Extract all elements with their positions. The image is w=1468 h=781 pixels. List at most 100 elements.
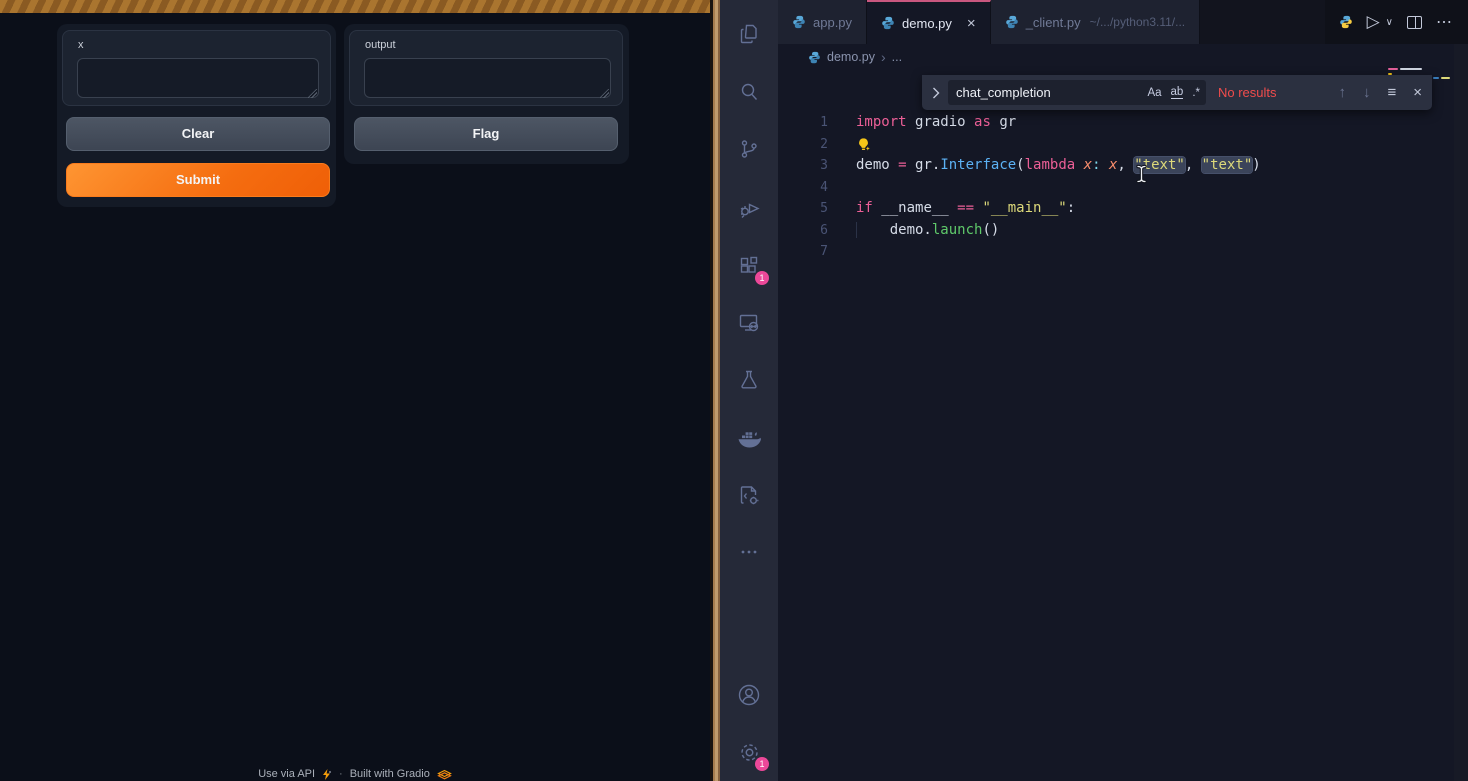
tab-client-py[interactable]: _client.py ~/.../python3.11/... — [991, 0, 1200, 44]
previous-match-icon[interactable]: ↑ — [1338, 84, 1346, 101]
code-line[interactable]: 2 — [778, 134, 1468, 156]
code-token — [1101, 157, 1109, 173]
flag-button[interactable]: Flag — [354, 117, 618, 151]
output-block: output — [349, 30, 623, 106]
close-find-icon[interactable]: × — [1413, 84, 1422, 101]
line-number: 2 — [778, 134, 828, 156]
tab-close-icon[interactable]: × — [967, 15, 976, 32]
submit-button[interactable]: Submit — [66, 163, 330, 197]
python-icon — [1339, 15, 1353, 29]
breadcrumb-symbol[interactable]: ... — [892, 50, 902, 64]
breadcrumb[interactable]: demo.py › ... — [778, 44, 1468, 70]
testing-beaker-icon[interactable] — [720, 357, 778, 403]
toggle-replace-chevron-icon[interactable] — [926, 87, 946, 99]
input-textarea[interactable] — [77, 58, 319, 98]
editor-actions: ▷ ∨ ⋯ — [1325, 0, 1468, 44]
code-line[interactable]: 1import gradio as gr — [778, 112, 1468, 134]
next-match-icon[interactable]: ↓ — [1363, 84, 1371, 101]
code-token: gradio — [915, 114, 974, 130]
regex-icon[interactable]: .* — [1192, 87, 1200, 99]
match-case-icon[interactable]: Aa — [1147, 87, 1161, 99]
code-line[interactable]: 7 — [778, 241, 1468, 263]
code-line[interactable]: 3demo = gr.Interface(lambda x: x, "text"… — [778, 155, 1468, 177]
explorer-icon[interactable] — [720, 11, 778, 57]
window-divider[interactable] — [710, 0, 720, 781]
built-with-gradio-link[interactable]: Built with Gradio — [350, 768, 430, 780]
python-icon — [1005, 15, 1019, 29]
code-token: gr. — [915, 157, 940, 173]
search-icon[interactable] — [720, 69, 778, 115]
tab-label: _client.py — [1026, 15, 1081, 30]
screen: x output Clear Flag Submit Use via API ·… — [0, 0, 1468, 781]
code-editor[interactable]: 1import gradio as gr23demo = gr.Interfac… — [778, 112, 1468, 263]
code-line[interactable]: 6 demo.launch() — [778, 220, 1468, 242]
find-controls: ↑ ↓ ≡ × — [1338, 84, 1422, 101]
code-token: () — [982, 222, 999, 238]
extensions-icon[interactable]: 1 — [720, 243, 778, 289]
tab-label: demo.py — [902, 16, 952, 31]
editor-more-actions-icon[interactable]: ⋯ — [1436, 12, 1452, 32]
run-python-file-icon[interactable]: ▷ — [1367, 12, 1380, 32]
code-text: import gradio as gr — [828, 112, 1016, 134]
minimap-scrollbar[interactable] — [1454, 44, 1468, 781]
extensions-badge: 1 — [755, 271, 769, 285]
code-token: import — [856, 114, 915, 130]
code-token: launch — [932, 222, 983, 238]
chevron-right-icon: › — [881, 49, 886, 65]
code-token: , — [1185, 157, 1202, 173]
tab-label: app.py — [813, 15, 852, 30]
output-textarea[interactable] — [364, 58, 611, 98]
minimap-row — [1388, 68, 1450, 70]
line-number: 1 — [778, 112, 828, 134]
split-editor-icon[interactable] — [1407, 16, 1422, 29]
breadcrumb-file[interactable]: demo.py — [827, 50, 875, 64]
tab-demo-py[interactable]: demo.py × — [867, 0, 991, 44]
settings-gear-icon[interactable]: 1 — [720, 729, 778, 775]
line-number: 4 — [778, 177, 828, 199]
more-views-ellipsis-icon[interactable] — [720, 529, 778, 575]
whole-word-icon[interactable]: ab — [1171, 86, 1184, 99]
code-line[interactable]: 5if __name__ == "__main__": — [778, 198, 1468, 220]
source-control-icon[interactable] — [720, 126, 778, 172]
find-input[interactable]: chat_completion Aa ab .* — [948, 80, 1206, 105]
line-number: 6 — [778, 220, 828, 242]
code-token: "__main__" — [982, 200, 1066, 216]
code-token: ) — [1252, 157, 1260, 173]
use-via-api-link[interactable]: Use via API — [258, 768, 315, 780]
code-token: : — [1067, 200, 1075, 216]
code-text — [828, 177, 856, 199]
output-label: output — [365, 39, 396, 51]
code-token: = — [898, 157, 915, 173]
docker-icon[interactable] — [720, 415, 778, 461]
code-token: lambda — [1025, 157, 1084, 173]
code-token: demo — [856, 157, 898, 173]
code-token: gr — [999, 114, 1016, 130]
python-icon — [792, 15, 806, 29]
code-token: if — [856, 200, 881, 216]
clear-button[interactable]: Clear — [66, 117, 330, 151]
code-text: demo.launch() — [828, 220, 999, 242]
editor-group: app.py demo.py × _client.py ~/.../python… — [778, 0, 1468, 781]
find-results-status: No results — [1218, 85, 1277, 100]
code-token: "text" — [1134, 157, 1185, 173]
code-token: "text" — [1202, 157, 1253, 173]
code-runner-config-icon[interactable] — [720, 472, 778, 518]
vscode-window: 1 1 — [720, 0, 1468, 781]
remote-explorer-icon[interactable] — [720, 300, 778, 346]
gradio-footer: Use via API · Built with Gradio — [0, 768, 710, 780]
code-token: __name__ — [881, 200, 957, 216]
lightbulb-sparkle-icon[interactable] — [856, 137, 871, 153]
run-dropdown-chevron-icon[interactable]: ∨ — [1386, 17, 1393, 28]
input-block: x — [62, 30, 331, 106]
api-bolt-icon — [322, 769, 332, 780]
code-line[interactable]: 4 — [778, 177, 1468, 199]
gradio-app: x output Clear Flag Submit Use via API ·… — [0, 0, 710, 781]
tab-app-py[interactable]: app.py — [778, 0, 867, 44]
find-in-selection-icon[interactable]: ≡ — [1387, 84, 1396, 101]
find-query-text[interactable]: chat_completion — [956, 85, 1138, 100]
run-debug-icon[interactable] — [720, 185, 778, 231]
code-token — [856, 222, 890, 238]
line-number: 7 — [778, 241, 828, 263]
accounts-icon[interactable] — [720, 672, 778, 718]
python-icon — [808, 51, 821, 64]
